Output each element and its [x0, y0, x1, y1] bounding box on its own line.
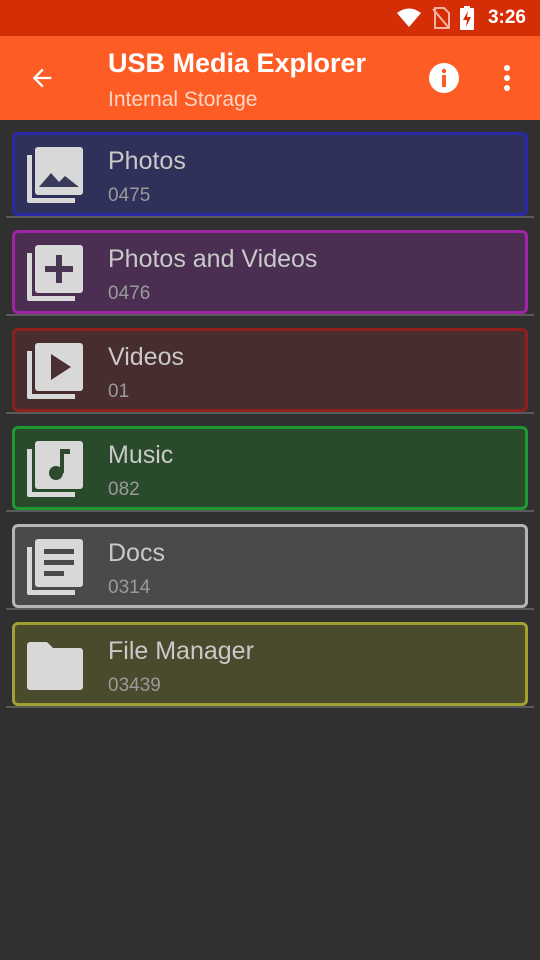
- item-label: Docs: [108, 539, 165, 567]
- back-button[interactable]: [22, 58, 62, 98]
- app-title: USB Media Explorer: [108, 48, 367, 78]
- item-count: 0475: [108, 185, 151, 206]
- item-count: 03439: [108, 675, 161, 696]
- item-count: 01: [108, 381, 130, 402]
- list-item: Docs 0314: [0, 512, 540, 610]
- list-item: File Manager 03439: [0, 610, 540, 708]
- item-label: File Manager: [108, 637, 254, 665]
- overflow-menu-button[interactable]: [490, 58, 524, 98]
- category-photos[interactable]: Photos 0475: [12, 132, 528, 216]
- item-label: Music: [108, 441, 174, 469]
- music-library-icon: [27, 441, 83, 497]
- no-sim-icon: [432, 7, 450, 29]
- category-photos-and-videos[interactable]: Photos and Videos 0476: [12, 230, 528, 314]
- item-count: 0314: [108, 577, 151, 598]
- divider: [6, 706, 534, 708]
- video-library-icon: [27, 343, 83, 399]
- list-item: Photos and Videos 0476: [0, 218, 540, 316]
- item-count: 0476: [108, 283, 151, 304]
- list-item: Videos 01: [0, 316, 540, 414]
- item-label: Photos and Videos: [108, 245, 318, 273]
- item-label: Photos: [108, 147, 186, 175]
- item-count: 082: [108, 479, 140, 500]
- info-icon: [429, 63, 459, 93]
- category-list: Photos 0475 Photos and Videos 0476 Video…: [0, 120, 540, 708]
- list-item: Music 082: [0, 414, 540, 512]
- folder-icon: [27, 642, 83, 690]
- category-docs[interactable]: Docs 0314: [12, 524, 528, 608]
- category-music[interactable]: Music 082: [12, 426, 528, 510]
- item-label: Videos: [108, 343, 184, 371]
- app-bar: USB Media Explorer Internal Storage: [0, 36, 540, 120]
- list-item: Photos 0475: [0, 120, 540, 218]
- more-vert-icon: [504, 65, 510, 91]
- info-button[interactable]: [424, 58, 464, 98]
- app-subtitle: Internal Storage: [108, 88, 258, 111]
- wifi-icon: [396, 8, 422, 28]
- document-library-icon: [27, 539, 83, 595]
- category-file-manager[interactable]: File Manager 03439: [12, 622, 528, 706]
- status-bar: 3:26: [0, 0, 540, 36]
- battery-charging-icon: [459, 6, 474, 30]
- arrow-back-icon: [32, 68, 52, 88]
- add-to-library-icon: [27, 245, 83, 301]
- status-time: 3:26: [487, 7, 526, 28]
- photo-library-icon: [27, 147, 83, 203]
- category-videos[interactable]: Videos 01: [12, 328, 528, 412]
